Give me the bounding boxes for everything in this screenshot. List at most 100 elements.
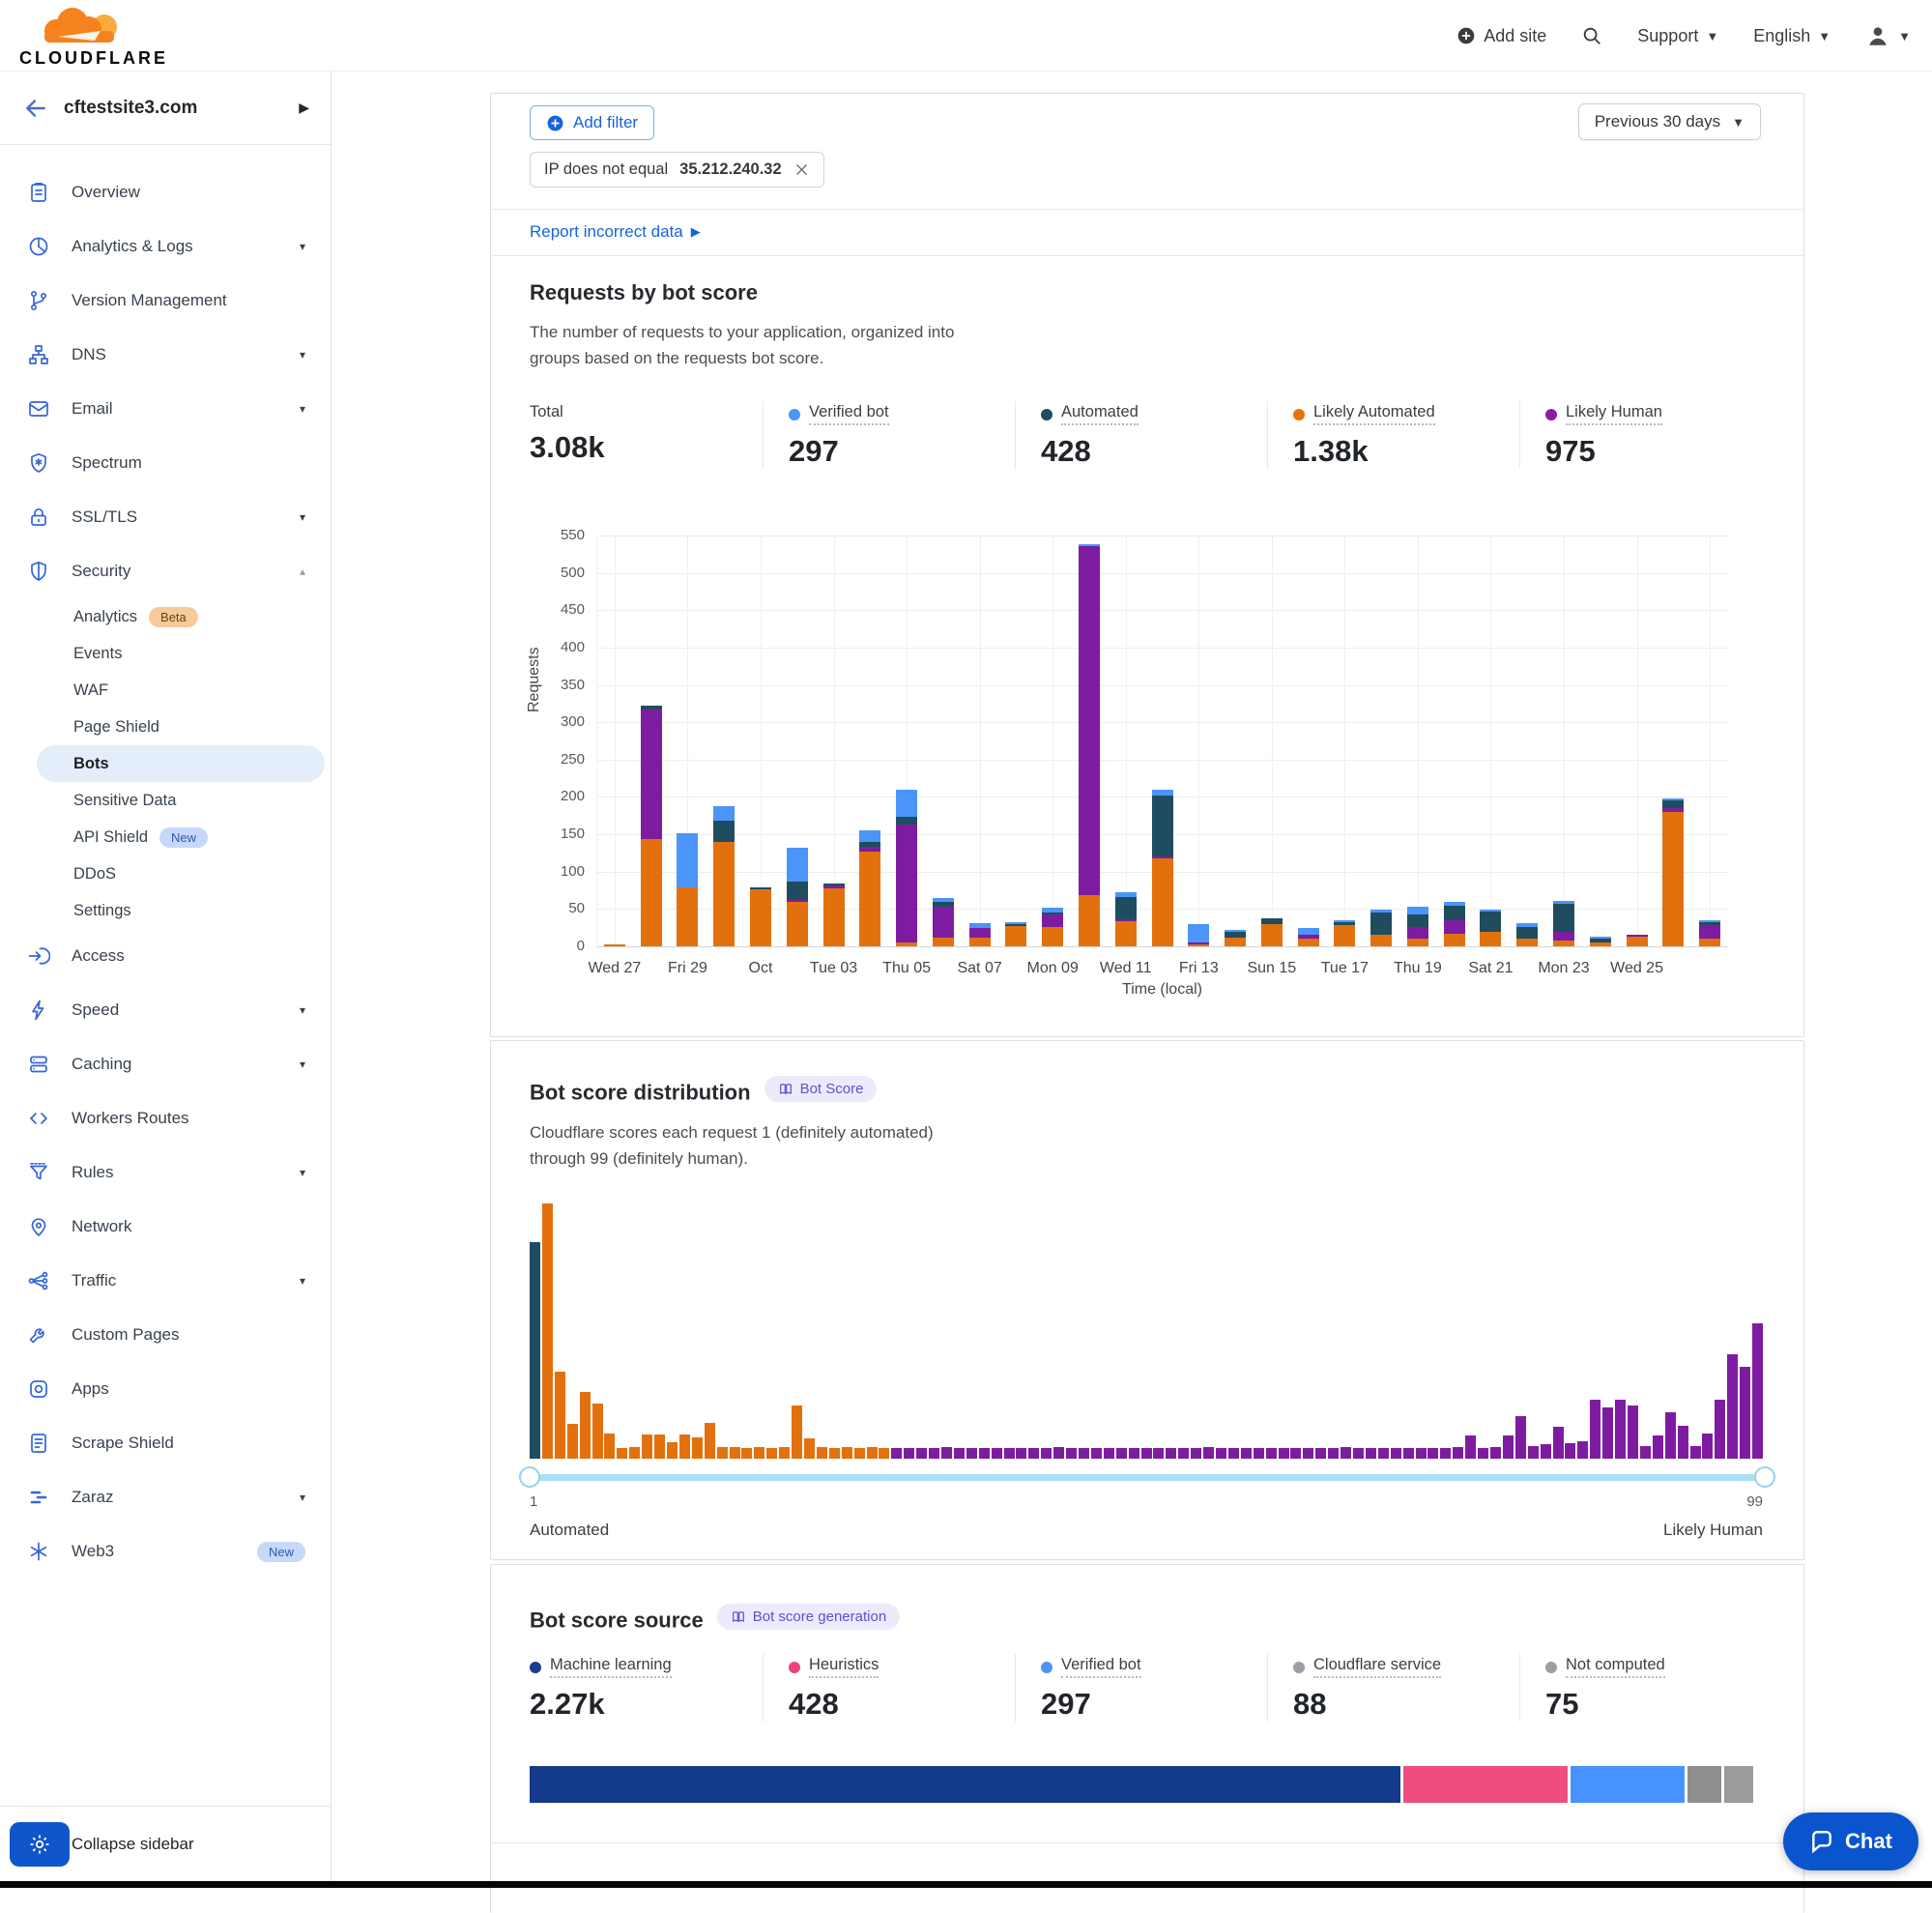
segment-likely-automated [1115, 921, 1137, 946]
sidebar-item-overview[interactable]: Overview [0, 165, 331, 219]
histogram-bar-score-14 [692, 1437, 703, 1459]
stat-label-text[interactable]: Verified bot [1061, 1656, 1141, 1678]
sidebar-item-api-shield[interactable]: API ShieldNew [0, 819, 331, 855]
histogram-bar-score-35 [954, 1448, 965, 1459]
sidebar-item-analytics-logs[interactable]: Analytics & Logs▾ [0, 219, 331, 274]
sidebar-item-rules[interactable]: Rules▾ [0, 1145, 331, 1200]
gridline-v [596, 536, 597, 946]
slider-track[interactable] [530, 1474, 1765, 1481]
stat-label-text[interactable]: Verified bot [809, 403, 889, 425]
add-filter-button[interactable]: Add filter [530, 105, 654, 140]
histogram-bar-score-42 [1041, 1448, 1052, 1459]
histogram-bar-score-18 [741, 1448, 752, 1459]
sidebar-item-settings[interactable]: Settings [0, 892, 331, 929]
cloudflare-logo[interactable]: CLOUDFLARE [19, 2, 155, 69]
report-incorrect-data-link[interactable]: Report incorrect data ▶ [530, 222, 701, 242]
chat-button[interactable]: Chat [1783, 1812, 1918, 1870]
sidebar-item-ssl-tls[interactable]: SSL/TLS▾ [0, 490, 331, 544]
y-tick-label: 300 [536, 713, 585, 730]
stat-label: Machine learning [530, 1656, 763, 1678]
account-menu[interactable]: ▼ [1865, 23, 1911, 48]
histogram-bar-score-74 [1440, 1448, 1451, 1459]
sidebar-item-apps[interactable]: Apps [0, 1362, 331, 1416]
stat-label-text[interactable]: Likely Human [1566, 403, 1662, 425]
sidebar-item-zaraz[interactable]: Zaraz▾ [0, 1470, 331, 1524]
web3-icon [27, 1540, 50, 1563]
segment-automated [1444, 906, 1465, 920]
sidebar-item-label: Events [73, 645, 122, 663]
bot-score-doc-badge[interactable]: Bot Score [764, 1076, 878, 1102]
divider [491, 255, 1803, 256]
sidebar-item-sensitive-data[interactable]: Sensitive Data [0, 782, 331, 819]
date-range-dropdown[interactable]: Previous 30 days ▼ [1578, 103, 1761, 140]
chart-bar-tue-03 [823, 884, 845, 946]
chart-bar-wed-18 [1370, 910, 1392, 946]
dns-icon [27, 343, 50, 366]
search-button[interactable] [1581, 25, 1602, 46]
stat-label-text[interactable]: Cloudflare service [1313, 1656, 1441, 1678]
support-menu[interactable]: Support ▼ [1637, 26, 1718, 46]
sidebar-item-access[interactable]: Access [0, 929, 331, 983]
slider-handle-min[interactable] [519, 1466, 540, 1488]
stat-cloudflare-service: Cloudflare service88 [1267, 1654, 1519, 1722]
stat-value: 75 [1545, 1687, 1765, 1722]
histogram-bar-score-98 [1740, 1367, 1750, 1459]
collapse-sidebar-button[interactable]: Collapse sidebar [72, 1835, 194, 1854]
segment-likely-automated [1188, 944, 1209, 946]
histogram-bar-score-40 [1016, 1448, 1026, 1459]
stat-label-text[interactable]: Likely Automated [1313, 403, 1435, 425]
histogram-bar-score-11 [654, 1435, 665, 1459]
histogram-bar-score-22 [792, 1406, 802, 1459]
language-menu[interactable]: English ▼ [1753, 26, 1831, 46]
histogram-bar-score-67 [1353, 1448, 1364, 1459]
sidebar-item-email[interactable]: Email▾ [0, 382, 331, 436]
stat-label-text[interactable]: Automated [1061, 403, 1139, 425]
sidebar-item-ddos[interactable]: DDoS [0, 855, 331, 892]
x-tick-label: Tue 17 [1306, 960, 1383, 977]
sidebar-item-caching[interactable]: Caching▾ [0, 1037, 331, 1091]
histogram-bar-score-81 [1528, 1446, 1539, 1459]
sidebar-item-label: SSL/TLS [72, 507, 300, 527]
sidebar-item-version-management[interactable]: Version Management [0, 274, 331, 328]
score-range-slider[interactable] [530, 1466, 1765, 1488]
segment-likely-automated [1699, 939, 1720, 946]
sidebar-item-waf[interactable]: WAF [0, 672, 331, 709]
sidebar-item-network[interactable]: Network [0, 1200, 331, 1254]
stat-heuristics: Heuristics428 [763, 1654, 1015, 1722]
filter-chip[interactable]: IP does not equal 35.212.240.32 [530, 152, 824, 188]
back-arrow-icon[interactable] [23, 96, 48, 121]
sidebar-item-workers-routes[interactable]: Workers Routes [0, 1091, 331, 1145]
stat-label-text[interactable]: Not computed [1566, 1656, 1665, 1678]
sidebar-item-spectrum[interactable]: Spectrum [0, 436, 331, 490]
bot-score-generation-badge[interactable]: Bot score generation [717, 1604, 900, 1630]
sidebar-item-events[interactable]: Events [0, 635, 331, 672]
histogram-bar-score-15 [705, 1423, 715, 1459]
close-icon[interactable] [793, 161, 810, 178]
segment-likely-automated [1152, 858, 1173, 946]
chart-bar-sat-07 [969, 923, 991, 946]
sidebar-item-security[interactable]: Security▴ [0, 544, 331, 598]
sidebar-item-page-shield[interactable]: Page Shield [0, 709, 331, 745]
slider-handle-max[interactable] [1754, 1466, 1775, 1488]
chart-bar-sun-15 [1261, 918, 1283, 946]
stat-label-text[interactable]: Heuristics [809, 1656, 879, 1678]
overview-icon [27, 181, 50, 204]
settings-gear-button[interactable] [10, 1822, 70, 1867]
chevron-right-icon[interactable]: ▶ [299, 100, 309, 116]
segment-automated [713, 821, 735, 842]
sidebar-item-speed[interactable]: Speed▾ [0, 983, 331, 1037]
histogram-bar-score-10 [642, 1435, 652, 1459]
sidebar-item-traffic[interactable]: Traffic▾ [0, 1254, 331, 1308]
sidebar-item-label: Analytics [73, 608, 137, 626]
stat-label-text[interactable]: Machine learning [550, 1656, 672, 1678]
sidebar-item-custom-pages[interactable]: Custom Pages [0, 1308, 331, 1362]
sidebar-item-dns[interactable]: DNS▾ [0, 328, 331, 382]
sidebar-item-analytics[interactable]: AnalyticsBeta [0, 598, 331, 635]
legend-dot-icon [789, 1662, 800, 1673]
histogram-bar-score-71 [1403, 1448, 1414, 1459]
sidebar-item-bots[interactable]: Bots [37, 745, 325, 782]
add-site-button[interactable]: Add site [1456, 26, 1546, 46]
sidebar-item-web3[interactable]: Web3New [0, 1524, 331, 1579]
sidebar-item-scrape-shield[interactable]: Scrape Shield [0, 1416, 331, 1470]
chevron-down-icon: ▾ [300, 402, 305, 416]
